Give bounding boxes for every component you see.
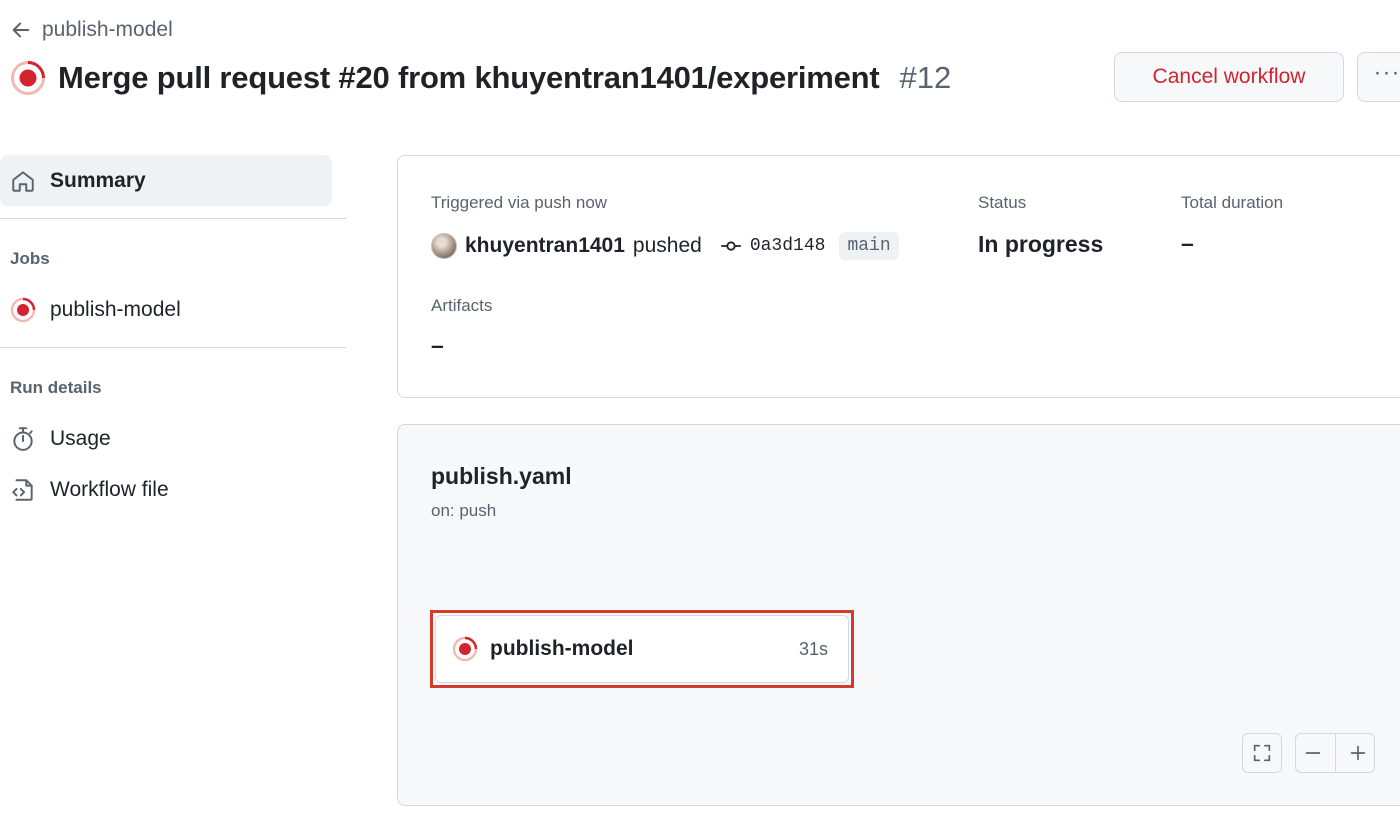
in-progress-icon [10,60,46,96]
kebab-horizontal-icon: ··· [1373,59,1400,86]
duration-label: Total duration [1181,193,1284,212]
sidebar-item-label: Workflow file [50,478,169,501]
commit-sha-link[interactable]: 0a3d148 [750,236,826,256]
back-link[interactable]: publish-model [10,14,173,46]
git-commit-icon [720,241,741,251]
sidebar-heading-jobs: Jobs [10,249,50,268]
duration-value: – [1181,230,1194,256]
fullscreen-icon [1253,744,1271,762]
workflow-file-name: publish.yaml [431,463,572,489]
run-title: Merge pull request #20 from khuyentran14… [58,60,880,95]
zoom-divider [1334,733,1336,773]
zoom-controls [1295,733,1375,773]
sidebar-item-usage[interactable]: Usage [0,416,332,462]
job-highlight: publish-model 31s [430,610,854,688]
run-number: #12 [899,60,952,95]
back-link-label: publish-model [42,18,173,41]
fullscreen-button[interactable] [1242,733,1282,773]
sidebar-divider [0,347,346,348]
page-title: Merge pull request #20 from khuyentran14… [10,58,951,98]
workflow-trigger: on: push [431,501,497,520]
zoom-out-button[interactable] [1302,742,1324,764]
plus-icon [1350,745,1365,761]
cancel-workflow-button[interactable]: Cancel workflow [1114,52,1344,102]
status-value: In progress [978,231,1104,257]
sidebar-heading-run-details: Run details [10,378,102,397]
in-progress-icon [452,636,478,662]
run-summary-card: Triggered via push now khuyentran1401 pu… [397,155,1400,398]
home-icon [12,170,34,192]
job-duration: 31s [798,638,828,659]
job-name: publish-model [490,637,634,660]
branch-badge[interactable]: main [839,232,899,260]
trigger-label: Triggered via push now [431,193,608,212]
action-text: pushed [632,234,702,257]
status-label: Status [978,193,1027,212]
artifacts-value: – [431,332,444,358]
arrow-left-icon [12,22,30,38]
job-card[interactable]: publish-model 31s [435,615,849,683]
sidebar-item-label: Summary [50,168,146,192]
sidebar-divider [0,218,346,219]
more-options-button[interactable]: ··· [1357,52,1400,102]
sidebar-item-label: Usage [50,427,111,450]
avatar[interactable] [431,233,457,259]
sidebar-item-summary[interactable]: Summary [0,155,332,206]
sidebar-item-job[interactable]: publish-model [0,287,332,333]
zoom-in-button[interactable] [1347,742,1369,764]
in-progress-icon [10,297,36,323]
artifacts-label: Artifacts [431,296,493,315]
file-code-icon [12,479,33,501]
stopwatch-icon [13,427,33,451]
minus-icon [1305,752,1320,754]
sidebar-item-workflow-file[interactable]: Workflow file [0,467,332,513]
workflow-graph: publish.yaml on: push publish-model 31s [397,424,1400,806]
commit-info: khuyentran1401 pushed 0a3d148 main [431,232,899,260]
sidebar-item-label: publish-model [50,298,181,321]
actor-link[interactable]: khuyentran1401 [465,234,625,258]
